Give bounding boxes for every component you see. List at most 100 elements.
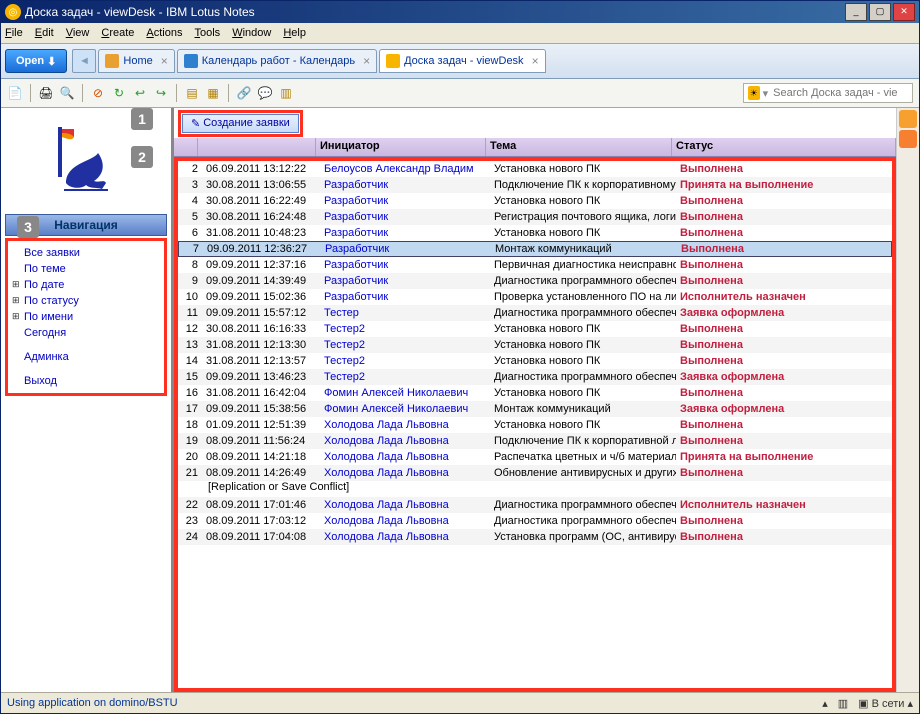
table-row[interactable]: 631.08.2011 10:48:23РазработчикУстановка… xyxy=(178,225,892,241)
right-sidebar xyxy=(896,108,919,692)
open-button[interactable]: Open ⬇ xyxy=(5,49,67,73)
cell-status: Принята на выполнение xyxy=(676,451,892,463)
table-row[interactable]: 809.09.2011 12:37:16РазработчикПервичная… xyxy=(178,257,892,273)
table-row[interactable]: 1331.08.2011 12:13:30Тестер2Установка но… xyxy=(178,337,892,353)
nav-item[interactable]: Выход xyxy=(14,373,158,389)
copy-link-icon[interactable]: 🔗 xyxy=(236,85,252,101)
cell-initiator: Фомин Алексей Николаевич xyxy=(320,387,490,399)
table-row[interactable]: 2308.09.2011 17:03:12Холодова Лада Львов… xyxy=(178,513,892,529)
table-row[interactable]: 2408.09.2011 17:04:08Холодова Лада Львов… xyxy=(178,529,892,545)
minimize-button[interactable]: _ xyxy=(845,3,867,21)
collapse-icon[interactable]: ▦ xyxy=(205,85,221,101)
menu-tools[interactable]: Tools xyxy=(195,27,221,39)
cell-initiator: Тестер2 xyxy=(320,371,490,383)
cell-theme: Установка нового ПК xyxy=(490,387,676,399)
preview-icon[interactable]: 🔍 xyxy=(59,85,75,101)
table-row[interactable]: 2208.09.2011 17:01:46Холодова Лада Львов… xyxy=(178,497,892,513)
table-row[interactable]: 709.09.2011 12:36:27РазработчикМонтаж ко… xyxy=(178,241,892,257)
status-menu-icon[interactable]: ▴ xyxy=(822,697,828,710)
cell-status: Выполнена xyxy=(676,355,892,367)
menu-view[interactable]: View xyxy=(66,27,90,39)
col-status[interactable]: Статус xyxy=(672,138,896,156)
side-rss-icon[interactable] xyxy=(899,130,917,148)
new-doc-icon[interactable]: 📄 xyxy=(7,85,23,101)
table-row[interactable]: 1009.09.2011 15:02:36РазработчикПроверка… xyxy=(178,289,892,305)
table-row[interactable]: 530.08.2011 16:24:48РазработчикРегистрац… xyxy=(178,209,892,225)
print-icon[interactable]: 🖨 xyxy=(38,85,54,101)
cell-status: Выполнена xyxy=(676,323,892,335)
cell-initiator: Разработчик xyxy=(320,275,490,287)
cell-date: 31.08.2011 12:13:30 xyxy=(202,339,320,351)
nav-item[interactable]: По дате xyxy=(14,277,158,293)
cell-theme: Диагностика программного обеспечени xyxy=(490,515,676,527)
nav-box: Все заявкиПо темеПо датеПо статусуПо име… xyxy=(5,238,167,396)
nav-item[interactable]: По имени xyxy=(14,309,158,325)
col-theme[interactable]: Тема xyxy=(486,138,672,156)
back-icon[interactable]: ↩ xyxy=(132,85,148,101)
menu-help[interactable]: Help xyxy=(283,27,306,39)
table-row[interactable]: 2008.09.2011 14:21:18Холодова Лада Львов… xyxy=(178,449,892,465)
search-input[interactable] xyxy=(771,86,908,100)
nav-item[interactable]: Сегодня xyxy=(14,325,158,341)
tool-icon[interactable]: ▥ xyxy=(278,85,294,101)
col-initiator[interactable]: Инициатор xyxy=(316,138,486,156)
menu-file[interactable]: File xyxy=(5,27,23,39)
cell-num: 13 xyxy=(178,339,202,351)
tab-close-icon[interactable]: × xyxy=(161,54,168,68)
replication-conflict-row[interactable]: [Replication or Save Conflict] xyxy=(178,481,892,497)
nav-item[interactable]: По статусу xyxy=(14,293,158,309)
cell-date: 09.09.2011 12:37:16 xyxy=(202,259,320,271)
cell-initiator: Разработчик xyxy=(320,259,490,271)
nav-back-button[interactable]: ◄ xyxy=(72,49,96,73)
nav-item[interactable]: Все заявки xyxy=(14,245,158,261)
stop-icon[interactable]: ⊘ xyxy=(90,85,106,101)
grid-body[interactable]: 206.09.2011 13:12:22Белоусов Александр В… xyxy=(174,157,896,692)
status-indicator-icon[interactable]: ▥ xyxy=(838,697,848,710)
table-row[interactable]: 330.08.2011 13:06:55РазработчикПодключен… xyxy=(178,177,892,193)
tab-close-icon[interactable]: × xyxy=(532,54,539,68)
table-row[interactable]: 430.08.2011 16:22:49РазработчикУстановка… xyxy=(178,193,892,209)
menu-window[interactable]: Window xyxy=(232,27,271,39)
table-row[interactable]: 1431.08.2011 12:13:57Тестер2Установка но… xyxy=(178,353,892,369)
chat-icon[interactable]: 💬 xyxy=(257,85,273,101)
menu-actions[interactable]: Actions xyxy=(146,27,182,39)
tab-calendar[interactable]: Календарь работ - Календарь× xyxy=(177,49,377,73)
table-row[interactable]: 1230.08.2011 16:16:33Тестер2Установка но… xyxy=(178,321,892,337)
cell-initiator: Белоусов Александр Владим xyxy=(320,163,490,175)
nav-item[interactable]: Админка xyxy=(14,349,158,365)
cell-date: 09.09.2011 15:02:36 xyxy=(202,291,320,303)
folder-icon[interactable]: ▤ xyxy=(184,85,200,101)
nav-item[interactable]: По теме xyxy=(14,261,158,277)
search-box[interactable]: ☀ ▾ xyxy=(743,83,913,103)
content-area: 1 2 3 Навигация Все заявкиПо темеПо дате… xyxy=(1,108,896,692)
tab-home[interactable]: Home× xyxy=(98,49,174,73)
cell-theme: Подключение ПК к корпоративной лока xyxy=(490,435,676,447)
table-row[interactable]: 1509.09.2011 13:46:23Тестер2Диагностика … xyxy=(178,369,892,385)
col-date[interactable]: Время создания xyxy=(198,138,316,156)
refresh-icon[interactable]: ↻ xyxy=(111,85,127,101)
table-row[interactable]: 1801.09.2011 12:51:39Холодова Лада Львов… xyxy=(178,417,892,433)
menu-edit[interactable]: Edit xyxy=(35,27,54,39)
maximize-button[interactable]: ▢ xyxy=(869,3,891,21)
net-status-icon: ▣ xyxy=(858,698,868,710)
table-row[interactable]: 1908.09.2011 11:56:24Холодова Лада Львов… xyxy=(178,433,892,449)
search-scope-icon[interactable]: ☀ xyxy=(748,86,760,100)
table-row[interactable]: 206.09.2011 13:12:22Белоусов Александр В… xyxy=(178,161,892,177)
table-row[interactable]: 1109.09.2011 15:57:12ТестерДиагностика п… xyxy=(178,305,892,321)
table-row[interactable]: 909.09.2011 14:39:49РазработчикДиагности… xyxy=(178,273,892,289)
table-row[interactable]: 2108.09.2011 14:26:49Холодова Лада Львов… xyxy=(178,465,892,481)
col-num[interactable] xyxy=(174,138,198,156)
side-icon-1[interactable] xyxy=(899,110,917,128)
menu-create[interactable]: Create xyxy=(101,27,134,39)
tab-tasks[interactable]: Доска задач - viewDesk× xyxy=(379,49,545,73)
cell-num: 15 xyxy=(178,371,202,383)
toolbar: 📄 🖨 🔍 ⊘ ↻ ↩ ↪ ▤ ▦ 🔗 💬 ▥ ☀ ▾ xyxy=(1,79,919,108)
toolbar-icons: 📄 🖨 🔍 ⊘ ↻ ↩ ↪ ▤ ▦ 🔗 💬 ▥ xyxy=(7,84,294,102)
tab-close-icon[interactable]: × xyxy=(363,54,370,68)
create-request-button[interactable]: ✎ Создание заявки xyxy=(182,114,299,133)
close-button[interactable]: ✕ xyxy=(893,3,915,21)
cell-num: 22 xyxy=(178,499,202,511)
forward-icon[interactable]: ↪ xyxy=(153,85,169,101)
table-row[interactable]: 1631.08.2011 16:42:04Фомин Алексей Никол… xyxy=(178,385,892,401)
table-row[interactable]: 1709.09.2011 15:38:56Фомин Алексей Никол… xyxy=(178,401,892,417)
